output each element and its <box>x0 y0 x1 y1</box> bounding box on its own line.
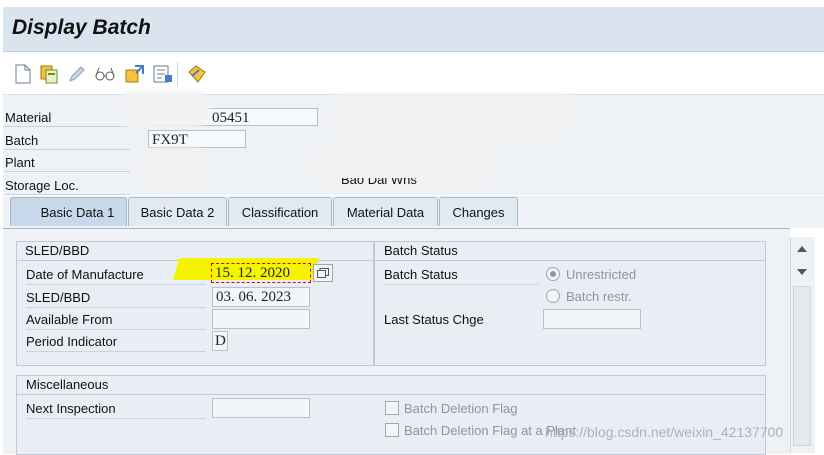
available-from-label: Available From <box>26 312 113 327</box>
redacted-material-description <box>332 97 572 133</box>
sled-bbd-label: SLED/BBD <box>26 290 91 305</box>
material-label: Material <box>5 110 52 125</box>
batch-restricted-radio[interactable] <box>546 289 560 303</box>
plant-label: Plant <box>5 155 35 170</box>
batch-status-group-divider <box>375 260 765 261</box>
storage-location-label: Storage Loc. <box>5 178 79 193</box>
batch-deletion-flag-checkbox[interactable] <box>385 401 399 415</box>
tab-basic-data-1-label: Basic Data 1 <box>40 204 115 220</box>
batch-deletion-flag-label: Batch Deletion Flag <box>404 401 518 416</box>
batch-field[interactable]: FX9T <box>148 130 246 148</box>
material-underline <box>5 126 130 127</box>
batch-status-group-title: Batch Status <box>384 243 458 258</box>
storage-location-underline <box>5 194 130 195</box>
calendar-picker-icon[interactable] <box>313 264 333 282</box>
available-from-input[interactable] <box>212 309 310 329</box>
batch-deletion-flag-plant-checkbox[interactable] <box>385 423 399 437</box>
storage-location-description-text: Bao Dai Whs <box>341 178 417 187</box>
tab-material-data-label: Material Data <box>346 204 425 220</box>
watermark-text: https://blog.csdn.net/weixin_42137700 <box>545 424 784 440</box>
other-object-icon[interactable] <box>186 63 208 85</box>
tab-material-data[interactable]: Material Data <box>333 197 438 226</box>
batch-status-label: Batch Status <box>384 267 458 282</box>
last-status-change-input[interactable] <box>543 309 641 329</box>
sled-bbd-underline <box>26 307 206 308</box>
period-indicator-label: Period Indicator <box>26 334 118 349</box>
miscellaneous-group-title: Miscellaneous <box>26 377 109 392</box>
available-from-underline <box>26 329 206 330</box>
sled-bbd-group-title: SLED/BBD <box>25 243 90 258</box>
scroll-down-arrow-icon[interactable] <box>795 265 809 279</box>
date-of-manufacture-input[interactable]: 15. 12. 2020 <box>211 263 311 283</box>
last-status-change-label: Last Status Chge <box>384 312 484 327</box>
edit-pencil-icon[interactable] <box>66 63 88 85</box>
storage-location-description: Bao Dai Whs <box>341 178 417 188</box>
date-of-manufacture-underline <box>26 284 206 285</box>
tab-basic-data-1[interactable]: Basic Data 1 <box>10 197 127 226</box>
miscellaneous-group <box>16 375 766 455</box>
tab-basic-data-2-label: Basic Data 2 <box>140 204 215 220</box>
period-indicator-underline <box>26 351 206 352</box>
new-document-icon[interactable] <box>12 63 34 85</box>
scrollbar-thumb[interactable] <box>793 286 811 446</box>
batch-label: Batch <box>5 133 39 148</box>
redacted-plant-storage-values <box>140 152 206 190</box>
report-list-icon[interactable] <box>152 63 174 85</box>
tab-classification-label: Classification <box>241 204 319 220</box>
period-indicator-input[interactable]: D <box>212 331 228 351</box>
tab-basic-data-2[interactable]: Basic Data 2 <box>128 197 227 226</box>
where-used-icon[interactable] <box>124 63 146 85</box>
next-inspection-underline <box>26 418 206 419</box>
scroll-up-arrow-icon[interactable] <box>795 242 809 256</box>
tab-changes-label: Changes <box>452 204 505 220</box>
tab-classification[interactable]: Classification <box>228 197 332 226</box>
next-inspection-label: Next Inspection <box>26 401 116 416</box>
tab-changes[interactable]: Changes <box>439 197 518 226</box>
batch-status-underline <box>384 284 539 285</box>
toolbar-separator <box>177 62 178 86</box>
miscellaneous-group-divider <box>17 394 765 395</box>
display-glasses-icon[interactable] <box>94 63 116 85</box>
unrestricted-radio-label: Unrestricted <box>566 267 637 282</box>
unrestricted-radio[interactable] <box>546 267 560 281</box>
batch-underline <box>5 149 130 150</box>
redacted-plant-description <box>314 143 494 183</box>
page-title: Display Batch <box>12 16 151 39</box>
batch-restricted-radio-label: Batch restr. <box>566 289 632 304</box>
copy-icon[interactable] <box>38 63 60 85</box>
date-of-manufacture-label: Date of Manufacture <box>26 267 144 282</box>
sled-bbd-input[interactable]: 03. 06. 2023 <box>212 287 310 307</box>
next-inspection-input[interactable] <box>212 398 310 418</box>
redacted-material-number <box>122 94 206 124</box>
plant-underline <box>5 171 130 172</box>
